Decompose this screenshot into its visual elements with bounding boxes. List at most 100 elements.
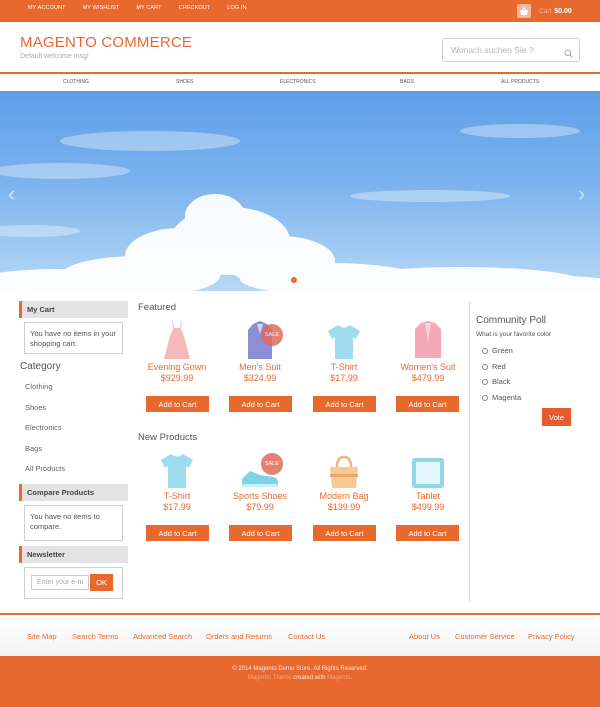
product-name[interactable]: Women's Suit bbox=[388, 362, 468, 372]
add-to-cart-button[interactable]: Add to Cart bbox=[229, 396, 292, 412]
radio-button[interactable] bbox=[482, 378, 488, 385]
search-box bbox=[442, 38, 580, 62]
footer-link-privacy-policy[interactable]: Privacy Policy bbox=[528, 632, 575, 641]
sneaker-icon[interactable]: SALE bbox=[220, 447, 300, 489]
nav-electronics[interactable]: ELECTRONICS bbox=[280, 79, 316, 85]
search-icon[interactable] bbox=[564, 45, 573, 63]
add-to-cart-button[interactable]: Add to Cart bbox=[313, 525, 376, 541]
product-name[interactable]: T-Shirt bbox=[137, 491, 217, 501]
radio-button[interactable] bbox=[482, 394, 488, 401]
my-cart-body: You have no items in your shopping cart. bbox=[24, 322, 123, 354]
vote-button[interactable]: Vote bbox=[542, 408, 571, 426]
product-name[interactable]: Sports Shoes bbox=[220, 491, 300, 501]
header-cart-label: Cart bbox=[539, 7, 552, 15]
nav-clothing[interactable]: CLOTHING bbox=[63, 79, 89, 85]
product-name[interactable]: T-Shirt bbox=[304, 362, 384, 372]
product-card: SALE Men's Suit $324.99 bbox=[220, 318, 300, 383]
product-card: T-Shirt $17.99 bbox=[304, 318, 384, 383]
category-title: Category bbox=[20, 361, 61, 372]
category-item-all-products[interactable]: All Products bbox=[25, 464, 65, 473]
header: MAGENTO COMMERCE Default welcome msg! bbox=[0, 22, 600, 72]
product-price: $17.99 bbox=[163, 502, 191, 512]
product-price: $79.99 bbox=[246, 502, 274, 512]
footer-bottom: © 2014 Magento Demo Store. All Rights Re… bbox=[0, 656, 600, 707]
add-to-cart-button[interactable]: Add to Cart bbox=[229, 525, 292, 541]
product-name[interactable]: Tablet bbox=[388, 491, 468, 501]
add-to-cart-button[interactable]: Add to Cart bbox=[146, 525, 209, 541]
footer-link-advanced-search[interactable]: Advanced Search bbox=[133, 632, 192, 641]
product-price: $17.99 bbox=[330, 373, 358, 383]
login-link[interactable]: LOG IN bbox=[227, 5, 246, 11]
poll-title: Community Poll bbox=[476, 315, 547, 326]
radio-button[interactable] bbox=[482, 363, 488, 370]
new-products-title: New Products bbox=[138, 432, 198, 443]
welcome-message: Default welcome msg! bbox=[20, 53, 89, 60]
search-input[interactable] bbox=[451, 39, 561, 61]
category-item-shoes[interactable]: Shoes bbox=[25, 403, 46, 412]
credit-magento-link[interactable]: Magento bbox=[327, 675, 350, 681]
product-card: T-Shirt $17.99 bbox=[137, 447, 217, 512]
jacket-icon[interactable] bbox=[388, 318, 468, 360]
header-cart[interactable]: Cart $0.00 bbox=[517, 4, 572, 18]
footer-link-site-map[interactable]: Site Map bbox=[27, 632, 57, 641]
product-price: $499.99 bbox=[411, 502, 445, 512]
chevron-left-icon[interactable]: ‹ bbox=[8, 181, 15, 207]
product-name[interactable]: Men's Suit bbox=[220, 362, 300, 372]
tablet-icon[interactable] bbox=[388, 447, 468, 489]
suit-icon[interactable]: SALE bbox=[220, 318, 300, 360]
featured-title: Featured bbox=[138, 302, 177, 313]
my-cart-title: My Cart bbox=[19, 301, 128, 318]
footer-link-contact-us[interactable]: Contact Us bbox=[288, 632, 325, 641]
category-item-bags[interactable]: Bags bbox=[25, 444, 42, 453]
newsletter-email-input[interactable] bbox=[31, 575, 89, 590]
credit-theme-link[interactable]: Magento Theme bbox=[248, 675, 292, 681]
category-item-electronics[interactable]: Electronics bbox=[25, 423, 62, 432]
poll-option-green[interactable]: Green bbox=[482, 346, 513, 355]
product-name[interactable]: Evening Gown bbox=[137, 362, 217, 372]
footer-link-search-terms[interactable]: Search Terms bbox=[72, 632, 118, 641]
bag-icon[interactable] bbox=[304, 447, 384, 489]
tshirt-icon[interactable] bbox=[137, 447, 217, 489]
poll-option-label: Black bbox=[492, 377, 511, 386]
add-to-cart-button[interactable]: Add to Cart bbox=[396, 525, 459, 541]
slider-dot-1[interactable] bbox=[291, 277, 297, 283]
product-name[interactable]: Modern Bag bbox=[304, 491, 384, 501]
hero-slider[interactable]: ‹ › bbox=[0, 91, 600, 291]
newsletter-title: Newsletter bbox=[19, 546, 128, 563]
store-logo[interactable]: MAGENTO COMMERCE bbox=[20, 34, 192, 51]
nav-all-products[interactable]: ALL PRODUCTS bbox=[501, 79, 539, 85]
checkout-link[interactable]: CHECKOUT bbox=[179, 5, 211, 11]
product-card: Modern Bag $139.99 bbox=[304, 447, 384, 512]
chevron-right-icon[interactable]: › bbox=[578, 181, 585, 207]
poll-option-black[interactable]: Black bbox=[482, 377, 510, 386]
sale-badge: SALE bbox=[261, 324, 283, 346]
category-item-clothing[interactable]: Clothing bbox=[25, 382, 53, 391]
poll-option-magenta[interactable]: Magenta bbox=[482, 393, 521, 402]
poll-option-label: Red bbox=[492, 362, 506, 371]
add-to-cart-button[interactable]: Add to Cart bbox=[396, 396, 459, 412]
product-card: Women's Suit $479.99 bbox=[388, 318, 468, 383]
poll-option-label: Green bbox=[492, 346, 513, 355]
nav-shoes[interactable]: SHOES bbox=[176, 79, 194, 85]
nav-bags[interactable]: BAGS bbox=[400, 79, 414, 85]
slider-dot-2[interactable] bbox=[300, 277, 306, 283]
poll-option-red[interactable]: Red bbox=[482, 362, 506, 371]
footer-link-about-us[interactable]: About Us bbox=[409, 632, 440, 641]
product-price: $324.99 bbox=[243, 373, 277, 383]
footer-link-orders-returns[interactable]: Orders and Returns bbox=[206, 632, 272, 641]
main-nav: CLOTHING SHOES ELECTRONICS BAGS ALL PROD… bbox=[0, 72, 600, 91]
add-to-cart-button[interactable]: Add to Cart bbox=[313, 396, 376, 412]
my-cart-link[interactable]: MY CART bbox=[136, 5, 161, 11]
footer-link-customer-service[interactable]: Customer Service bbox=[455, 632, 515, 641]
basket-icon bbox=[517, 4, 531, 18]
my-wishlist-link[interactable]: MY WISHLIST bbox=[83, 5, 120, 11]
copyright: © 2014 Magento Demo Store. All Rights Re… bbox=[232, 666, 368, 672]
add-to-cart-button[interactable]: Add to Cart bbox=[146, 396, 209, 412]
tshirt-icon[interactable] bbox=[304, 318, 384, 360]
my-account-link[interactable]: MY ACCOUNT bbox=[28, 5, 66, 11]
dress-icon[interactable] bbox=[137, 318, 217, 360]
newsletter-ok-button[interactable]: OK bbox=[90, 574, 113, 591]
radio-button[interactable] bbox=[482, 347, 488, 354]
header-cart-amount: $0.00 bbox=[554, 7, 572, 15]
compare-products-title: Compare Products bbox=[19, 484, 128, 501]
